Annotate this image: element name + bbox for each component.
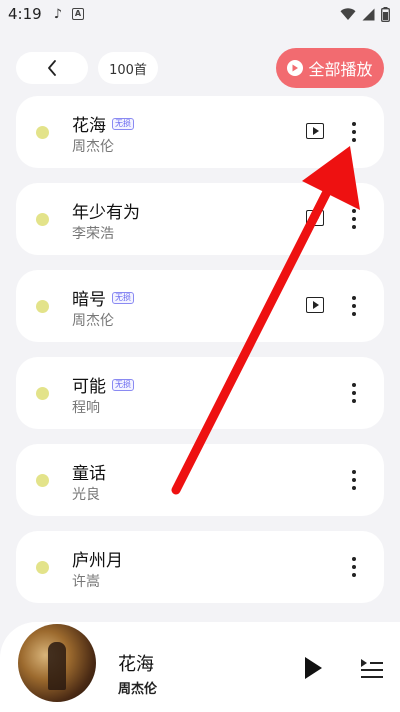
status-dot (36, 213, 49, 226)
more-options-icon[interactable] (346, 120, 362, 144)
chevron-left-icon (48, 60, 56, 76)
song-artist: 程响 (72, 400, 100, 416)
song-title: 花海 (72, 116, 106, 136)
mv-play-icon[interactable] (306, 210, 324, 226)
song-title: 年少有为 (72, 203, 140, 223)
song-row[interactable]: 童话 光良 (16, 444, 384, 516)
more-options-icon[interactable] (346, 381, 362, 405)
song-artist: 李荣浩 (72, 226, 114, 242)
tiktok-icon: ♪ (53, 6, 62, 22)
album-art[interactable] (18, 624, 96, 702)
song-title: 暗号 (72, 290, 106, 310)
wifi-icon (340, 7, 356, 20)
play-circle-icon (287, 60, 304, 76)
lossless-badge: 无损 (112, 117, 134, 130)
song-title: 童话 (72, 464, 106, 484)
song-row[interactable]: 年少有为 李荣浩 (16, 183, 384, 255)
battery-icon (381, 6, 390, 22)
signal-icon (362, 8, 375, 20)
song-row[interactable]: 庐州月 许嵩 (16, 531, 384, 603)
mv-play-icon[interactable] (306, 297, 324, 313)
a-badge-icon: A (71, 8, 84, 20)
play-all-label: 全部播放 (308, 60, 373, 79)
song-row[interactable]: 暗号 无损 周杰伦 (16, 270, 384, 342)
song-row[interactable]: 花海 无损 周杰伦 (16, 96, 384, 168)
now-playing-artist: 周杰伦 (118, 682, 158, 697)
song-artist: 光良 (72, 487, 100, 503)
song-title: 庐州月 (72, 551, 123, 571)
now-playing-bar[interactable]: 花海 周杰伦 (0, 622, 400, 712)
back-button[interactable] (16, 52, 88, 84)
song-title: 可能 (72, 377, 106, 397)
status-dot (36, 474, 49, 487)
play-all-button[interactable]: 全部播放 (276, 48, 384, 88)
status-dot (36, 300, 49, 313)
song-list: 花海 无损 周杰伦 年少有为 李荣浩 暗号 无损 周杰伦 可能 无损 程响 童话… (16, 96, 384, 618)
lossless-badge: 无损 (112, 291, 134, 304)
status-dot (36, 126, 49, 139)
status-dot (36, 561, 49, 574)
more-options-icon[interactable] (346, 207, 362, 231)
status-time: 4:19 (8, 5, 42, 23)
more-options-icon[interactable] (346, 555, 362, 579)
song-artist: 许嵩 (72, 574, 100, 590)
song-row[interactable]: 可能 无损 程响 (16, 357, 384, 429)
playlist-queue-icon[interactable] (360, 658, 384, 680)
play-icon[interactable] (305, 657, 322, 679)
song-count-badge: 100首 (98, 52, 158, 84)
song-artist: 周杰伦 (72, 139, 114, 155)
now-playing-title: 花海 (118, 654, 154, 675)
more-options-icon[interactable] (346, 468, 362, 492)
song-artist: 周杰伦 (72, 313, 114, 329)
more-options-icon[interactable] (346, 294, 362, 318)
header: 100首 全部播放 (0, 46, 400, 90)
status-dot (36, 387, 49, 400)
mv-play-icon[interactable] (306, 123, 324, 139)
status-bar: 4:19 ♪ A (0, 0, 400, 28)
lossless-badge: 无损 (112, 378, 134, 391)
